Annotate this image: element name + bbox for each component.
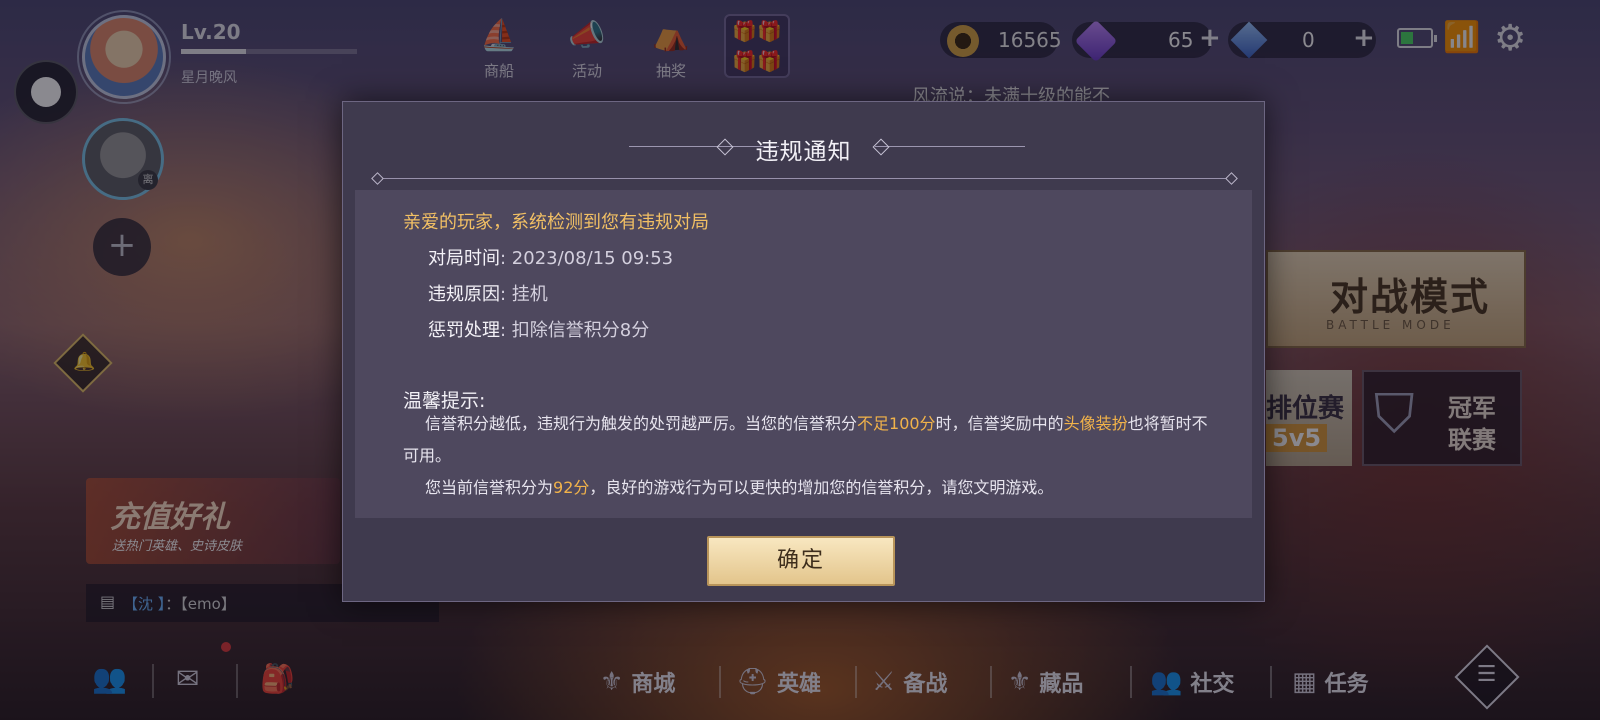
match-time-row: 对局时间: 2023/08/15 09:53 — [428, 248, 674, 269]
violation-reason-row: 违规原因: 挂机 — [428, 284, 548, 305]
divider-end — [1225, 172, 1238, 185]
penalty-row: 惩罚处理: 扣除信誉积分8分 — [428, 320, 650, 341]
violation-notice-dialog: 违规通知 亲爱的玩家，系统检测到您有违规对局 对局时间: 2023/08/15 … — [342, 101, 1265, 602]
title-divider — [377, 178, 1230, 179]
confirm-button[interactable]: 确定 — [707, 536, 895, 586]
greeting-text: 亲爱的玩家，系统检测到您有违规对局 — [403, 212, 709, 233]
dialog-title: 违规通知 — [755, 139, 852, 165]
tip-paragraph-2: 您当前信誉积分为92分，良好的游戏行为可以更快的增加您的信誉积分，请您文明游戏。 — [425, 478, 1054, 497]
divider-end — [371, 172, 384, 185]
tip-paragraph-1: 信誉积分越低，违规行为触发的处罚越严厉。当您的信誉积分不足100分时，信誉奖励中… — [403, 414, 1208, 465]
